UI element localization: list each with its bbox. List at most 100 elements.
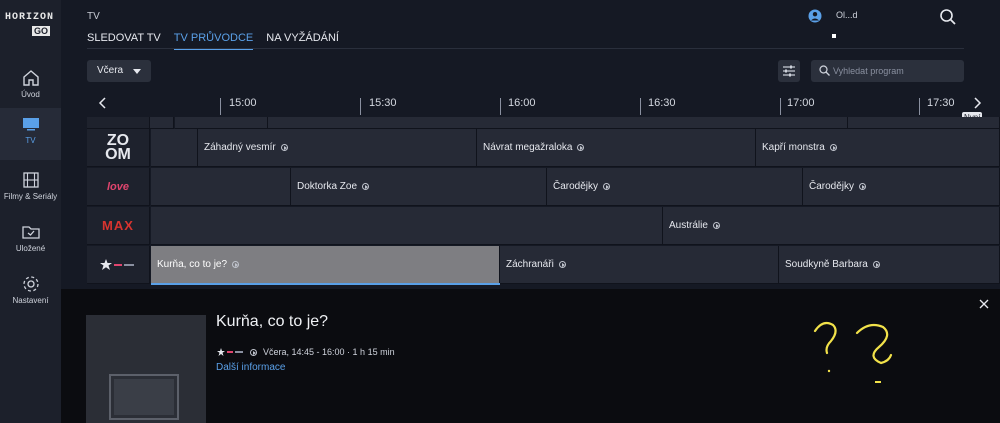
search-input[interactable] xyxy=(833,63,958,79)
play-icon xyxy=(872,261,880,268)
program-cell[interactable]: Návrat megažraloka xyxy=(477,129,756,167)
channel-logo-star[interactable] xyxy=(87,246,150,284)
play-icon xyxy=(558,261,566,268)
star-channel-logo-icon xyxy=(217,348,243,356)
program-cell[interactable]: Soudkyně Barbara xyxy=(779,246,1000,284)
program-title: Záhadný vesmír xyxy=(204,142,276,153)
channel-logo-text: MAX xyxy=(102,218,134,233)
program-search xyxy=(811,60,964,82)
program-cell[interactable] xyxy=(151,129,198,167)
play-icon xyxy=(250,348,257,356)
sidebar-item-label: Úvod xyxy=(21,90,40,99)
channel-row: love Doktorka Zoe Čarodějky Čarodějky xyxy=(87,168,1000,206)
tv-icon xyxy=(22,118,39,131)
play-icon xyxy=(603,183,611,190)
play-icon xyxy=(712,222,720,229)
program-cell[interactable]: Čarodějky xyxy=(803,168,1000,206)
sidebar-item-tv[interactable]: TV xyxy=(0,108,61,160)
time-label: 17:00 xyxy=(787,97,815,109)
program-cell[interactable] xyxy=(268,117,848,129)
time-tick xyxy=(780,98,781,115)
user-avatar-icon[interactable] xyxy=(808,9,822,23)
gear-icon xyxy=(22,276,39,292)
horizon-go-logo[interactable]: HORIZON GO xyxy=(5,12,57,44)
program-title: Kapří monstra xyxy=(762,142,825,153)
time-label: 15:30 xyxy=(369,97,397,109)
time-tick xyxy=(220,98,221,115)
program-cell[interactable]: Čarodějky xyxy=(547,168,803,206)
sidebar-item-settings[interactable]: Nastavení xyxy=(0,268,61,320)
program-detail-panel: Kurňa, co to je? Včera, 14:45 - 16:00 · … xyxy=(61,289,1000,423)
time-label: 16:30 xyxy=(648,97,676,109)
sliders-icon xyxy=(783,65,795,77)
progress-line xyxy=(151,283,500,285)
logo-text: HORIZON xyxy=(5,12,55,23)
time-tick xyxy=(640,98,641,115)
channel-logo-text: love xyxy=(106,180,129,193)
program-cell[interactable] xyxy=(151,168,291,206)
film-icon xyxy=(22,172,39,188)
filter-button[interactable] xyxy=(778,60,800,82)
play-icon xyxy=(362,183,370,190)
program-title: Čarodějky xyxy=(553,181,599,192)
program-title: Záchranáři xyxy=(506,259,554,270)
program-cell[interactable]: Záchranáři xyxy=(500,246,779,284)
header-divider xyxy=(87,48,964,49)
channel-row: ZO OM Záhadný vesmír Návrat megažraloka … xyxy=(87,129,1000,167)
more-info-link[interactable]: Další informace xyxy=(216,362,285,373)
epg-grid: ZO OM Záhadný vesmír Návrat megažraloka … xyxy=(87,117,1000,289)
program-cell[interactable]: Austrálie xyxy=(663,207,1000,245)
play-icon xyxy=(280,144,288,151)
program-time: Včera, 14:45 - 16:00 · 1 h 15 min xyxy=(263,347,395,357)
program-title: Soudkyně Barbara xyxy=(785,259,868,270)
search-icon[interactable] xyxy=(939,8,957,26)
program-cell[interactable] xyxy=(848,117,1000,129)
play-icon xyxy=(859,183,867,190)
channel-logo xyxy=(87,117,150,129)
close-icon[interactable] xyxy=(979,299,989,309)
sidebar-item-label: Filmy & Seriály xyxy=(3,192,58,201)
program-title: Návrat megažraloka xyxy=(483,142,573,153)
time-tick xyxy=(360,98,361,115)
channel-logo-zoom[interactable]: ZO OM xyxy=(87,129,150,167)
sidebar-item-saved[interactable]: Uložené xyxy=(0,216,61,268)
channel-row: Kurňa, co to je? Záchranáři Soudkyně Bar… xyxy=(87,246,1000,284)
time-label: 15:00 xyxy=(229,97,257,109)
app-window: HORIZON GO Úvod TV Filmy & Seriály Ulože… xyxy=(0,0,1000,423)
channel-row: MAX Austrálie xyxy=(87,207,1000,245)
saved-folder-icon xyxy=(21,226,40,239)
program-cell[interactable]: Doktorka Zoe xyxy=(291,168,547,206)
program-cell[interactable] xyxy=(175,117,268,129)
program-cell[interactable]: Záhadný vesmír xyxy=(198,129,477,167)
logo-go-badge: GO xyxy=(32,26,51,36)
program-cell[interactable]: Kapří monstra xyxy=(756,129,1000,167)
time-tick xyxy=(919,98,920,115)
program-meta: Včera, 14:45 - 16:00 · 1 h 15 min xyxy=(216,347,395,357)
program-cell-selected[interactable]: Kurňa, co to je? xyxy=(151,246,500,284)
date-dropdown[interactable]: Včera xyxy=(87,60,151,82)
tv-placeholder-icon xyxy=(109,374,179,420)
time-label: 16:00 xyxy=(508,97,536,109)
star-channel-logo-icon xyxy=(100,258,134,270)
channel-logo-text: ZO OM xyxy=(105,131,131,163)
program-cell[interactable] xyxy=(151,207,663,245)
program-title: Kurňa, co to je? xyxy=(216,313,329,330)
search-icon xyxy=(819,65,830,76)
channel-logo-love[interactable]: love xyxy=(87,168,150,206)
time-label: 17:30 xyxy=(927,97,955,109)
program-title: Kurňa, co to je? xyxy=(157,259,228,270)
play-icon xyxy=(232,261,240,268)
chevron-right-icon[interactable] xyxy=(971,96,983,110)
user-name[interactable]: Ol...d xyxy=(836,10,858,20)
chevron-left-icon[interactable] xyxy=(97,96,109,110)
sidebar-item-label: TV xyxy=(25,136,36,145)
program-cell[interactable] xyxy=(150,117,174,129)
cursor-marker xyxy=(832,34,836,38)
sidebar-item-films[interactable]: Filmy & Seriály xyxy=(0,164,61,216)
play-icon xyxy=(829,144,837,151)
sidebar-item-home[interactable]: Úvod xyxy=(0,62,61,114)
program-title: Austrálie xyxy=(669,220,708,231)
play-icon xyxy=(577,144,585,151)
program-title: Čarodějky xyxy=(809,181,855,192)
channel-logo-max[interactable]: MAX xyxy=(87,207,150,245)
